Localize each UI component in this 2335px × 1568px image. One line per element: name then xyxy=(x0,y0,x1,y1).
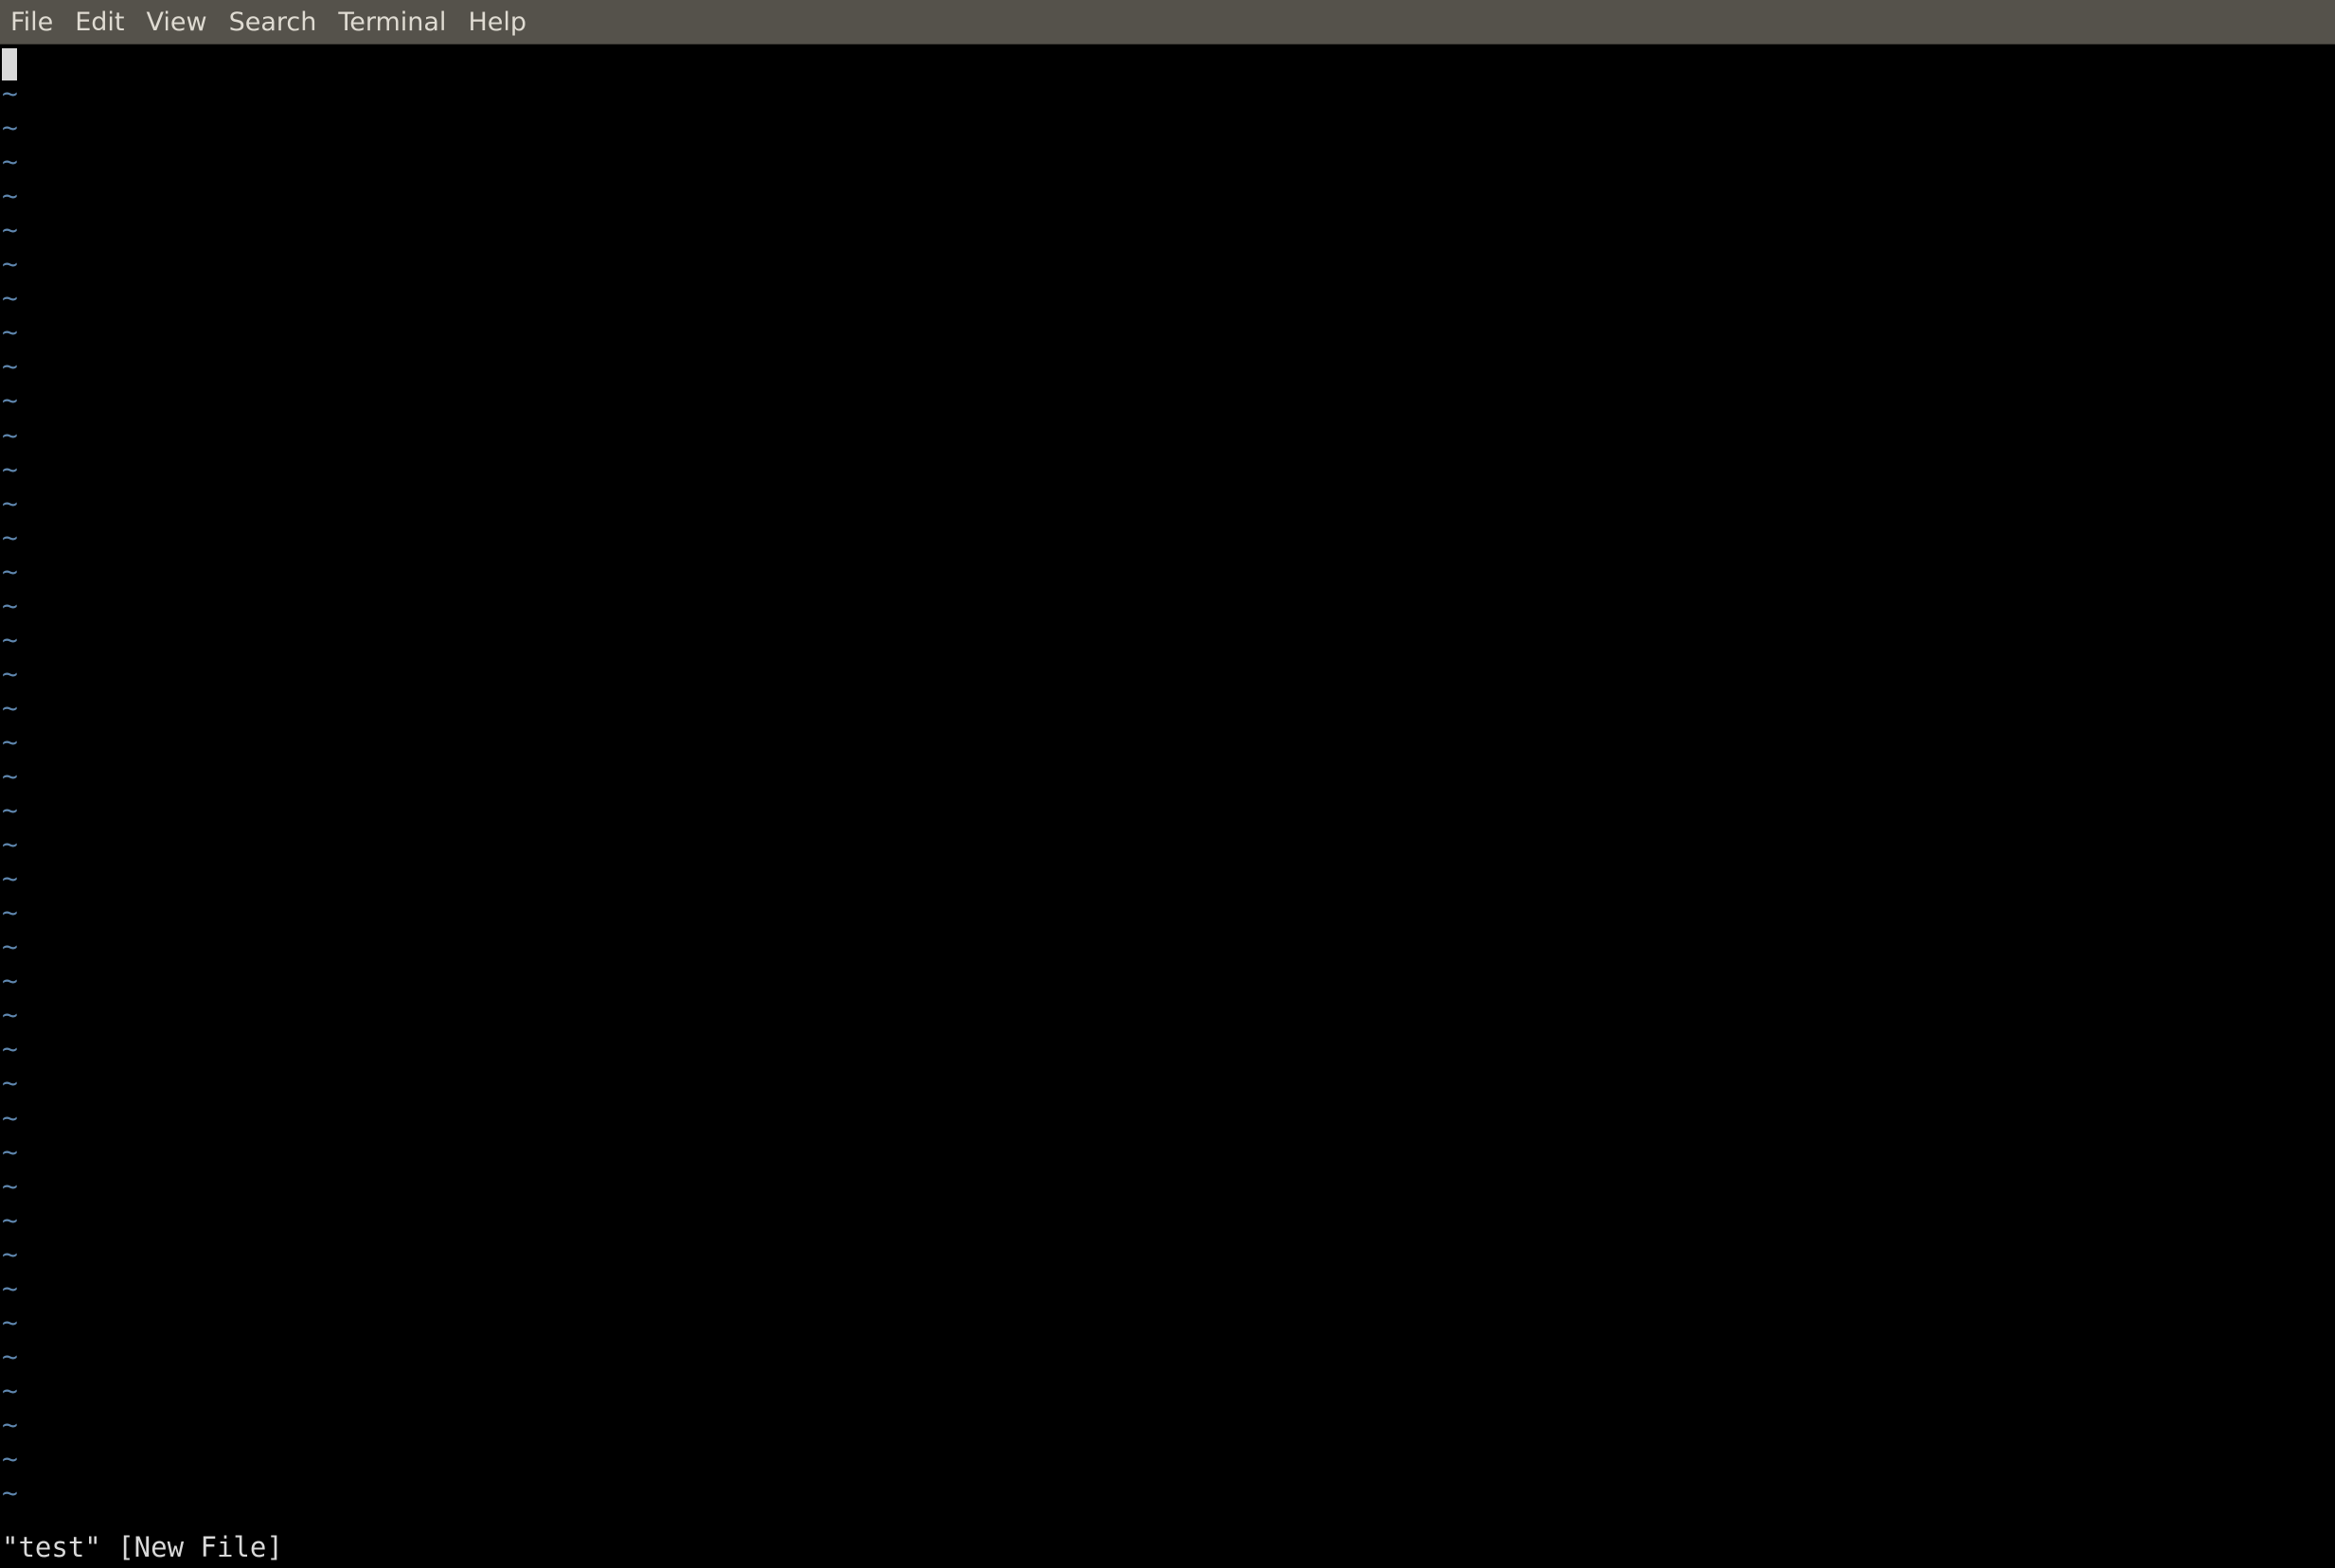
empty-line-marker: ~ xyxy=(2,419,18,451)
empty-line-marker: ~ xyxy=(2,691,18,723)
empty-line-marker: ~ xyxy=(2,760,18,792)
empty-line-marker: ~ xyxy=(2,555,18,587)
empty-line-marker: ~ xyxy=(2,1067,18,1099)
empty-line-marker: ~ xyxy=(2,1169,18,1202)
empty-line-marker: ~ xyxy=(2,1272,18,1304)
menu-bar: File Edit View Search Terminal Help xyxy=(0,0,2335,45)
empty-line-marker: ~ xyxy=(2,1408,18,1440)
empty-line-marker: ~ xyxy=(2,965,18,997)
empty-line-marker: ~ xyxy=(2,1101,18,1133)
empty-line-marker: ~ xyxy=(2,384,18,417)
terminal-area[interactable]: ~ ~ ~ ~ ~ ~ ~ ~ ~ ~ ~ ~ ~ ~ ~ ~ ~ ~ ~ ~ ~ ~ ~ ~ ~ ~ ~ ~ ~ ~ ~ ~ ~ ~ ~ ~ ~ ~ ~ ~… xyxy=(0,45,2335,1568)
empty-line-marker: ~ xyxy=(2,248,18,280)
empty-line-marker: ~ xyxy=(2,521,18,553)
empty-line-marker: ~ xyxy=(2,1033,18,1065)
empty-line-marker: ~ xyxy=(2,78,18,109)
empty-line-marker: ~ xyxy=(2,1477,18,1509)
empty-line-marker: ~ xyxy=(2,1238,18,1270)
text-cursor xyxy=(2,48,17,80)
empty-line-marker: ~ xyxy=(2,829,18,861)
empty-line-marker: ~ xyxy=(2,1306,18,1338)
status-message: "test" [New File] xyxy=(2,1531,283,1563)
menu-help[interactable]: Help xyxy=(457,0,538,45)
empty-line-marker: ~ xyxy=(2,316,18,348)
empty-line-marker: ~ xyxy=(2,863,18,895)
empty-line-marker: ~ xyxy=(2,180,18,212)
empty-line-marker: ~ xyxy=(2,623,18,655)
empty-line-marker: ~ xyxy=(2,657,18,689)
empty-line-marker: ~ xyxy=(2,897,18,929)
empty-line-marker: ~ xyxy=(2,1135,18,1167)
menu-edit[interactable]: Edit xyxy=(64,0,135,45)
menu-view[interactable]: View xyxy=(135,0,218,45)
empty-line-marker: ~ xyxy=(2,1443,18,1474)
menu-search[interactable]: Search xyxy=(219,0,329,45)
menu-file[interactable]: File xyxy=(0,0,64,45)
empty-line-marker: ~ xyxy=(2,1340,18,1372)
empty-line-marker: ~ xyxy=(2,1374,18,1406)
empty-line-marker: ~ xyxy=(2,931,18,963)
empty-line-marker: ~ xyxy=(2,112,18,144)
empty-line-marker: ~ xyxy=(2,146,18,178)
empty-line-marker: ~ xyxy=(2,350,18,383)
menu-terminal[interactable]: Terminal xyxy=(328,0,457,45)
empty-line-marker: ~ xyxy=(2,453,18,485)
empty-line-marker: ~ xyxy=(2,1203,18,1236)
empty-line-marker: ~ xyxy=(2,282,18,314)
empty-line-marker: ~ xyxy=(2,589,18,621)
empty-line-marker: ~ xyxy=(2,725,18,757)
empty-line-marker: ~ xyxy=(2,214,18,246)
empty-line-marker: ~ xyxy=(2,487,18,519)
empty-line-marker: ~ xyxy=(2,794,18,827)
empty-line-marker: ~ xyxy=(2,999,18,1031)
